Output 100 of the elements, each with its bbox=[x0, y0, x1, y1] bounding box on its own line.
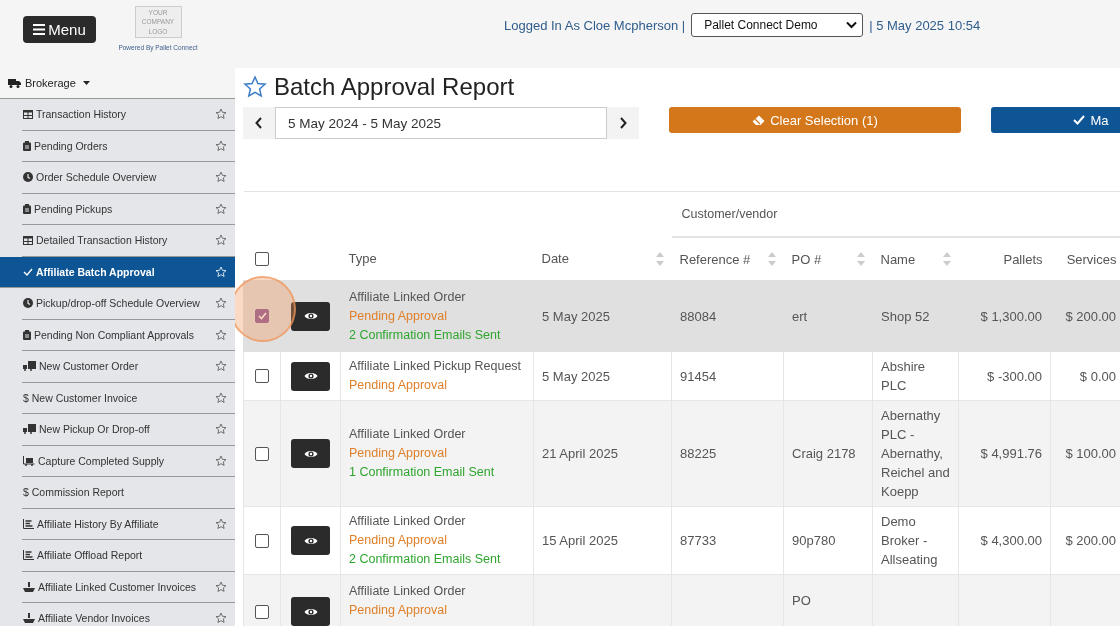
sidebar-item[interactable]: Pending Non Compliant Approvals bbox=[22, 319, 235, 351]
sidebar-item[interactable]: Pending Orders bbox=[22, 130, 235, 162]
table-cell: 88084 bbox=[680, 308, 717, 324]
star-icon[interactable] bbox=[215, 454, 227, 467]
ship-icon bbox=[23, 613, 35, 624]
sidebar-item[interactable]: Affiliate Batch Approval bbox=[0, 256, 235, 288]
star-icon[interactable] bbox=[215, 391, 227, 404]
column-header[interactable]: Services bbox=[1050, 237, 1120, 281]
star-icon[interactable] bbox=[215, 202, 227, 215]
select-all-checkbox[interactable] bbox=[255, 252, 269, 267]
type-line: Affiliate Linked Pickup Request bbox=[349, 358, 523, 375]
star-icon[interactable] bbox=[215, 612, 227, 624]
caret-icon bbox=[82, 81, 90, 85]
type-line: Affiliate Linked Order bbox=[349, 426, 467, 443]
star-icon[interactable] bbox=[215, 423, 227, 435]
sidebar-item-label: New Customer Order bbox=[39, 360, 139, 373]
row-checkbox[interactable] bbox=[255, 533, 269, 548]
star-icon[interactable] bbox=[215, 297, 227, 309]
sidebar-item-label: Pending Non Compliant Approvals bbox=[34, 328, 194, 341]
star-icon[interactable] bbox=[243, 75, 267, 99]
sidebar-item-label: Affiliate Batch Approval bbox=[36, 265, 155, 278]
eye-icon bbox=[303, 606, 318, 617]
menu-icon bbox=[33, 24, 46, 35]
row-checkbox[interactable] bbox=[255, 369, 269, 383]
star-icon[interactable] bbox=[215, 360, 227, 372]
sidebar-item[interactable]: Pickup/drop-off Schedule Overview bbox=[22, 288, 235, 320]
view-button[interactable] bbox=[291, 361, 330, 391]
sidebar-item[interactable]: New Pickup Or Drop-off bbox=[22, 414, 235, 446]
table-cell: $ 200.00 bbox=[1065, 308, 1116, 324]
eye-icon bbox=[303, 535, 318, 546]
column-header[interactable]: Type bbox=[340, 237, 534, 281]
brokerage-menu[interactable]: Brokerage bbox=[0, 68, 235, 99]
table-cell: $ 100.00 bbox=[1065, 446, 1116, 461]
menu-button[interactable]: Menu bbox=[23, 16, 96, 43]
sidebar-item-label: Detailed Transaction History bbox=[36, 234, 168, 247]
star-icon[interactable] bbox=[215, 139, 227, 152]
row-checkbox[interactable] bbox=[255, 605, 269, 619]
chevron-down-icon bbox=[846, 21, 858, 29]
table-cell: Abshire PLC bbox=[881, 359, 926, 393]
clock-icon bbox=[23, 172, 33, 183]
star-icon[interactable] bbox=[215, 108, 227, 120]
eye-icon bbox=[303, 311, 318, 321]
logged-in-text: Logged In As Cloe Mcpherson | bbox=[504, 17, 686, 33]
view-button[interactable] bbox=[291, 526, 330, 555]
table-cell: Demo Broker - Allseating bbox=[881, 514, 938, 567]
table-cell: 87733 bbox=[680, 533, 717, 548]
sidebar-item-label: Transaction History bbox=[36, 108, 127, 121]
sidebar-item-label: Affiliate Vendor Invoices bbox=[38, 612, 150, 625]
table-cell: $ 4,991.76 bbox=[980, 446, 1042, 461]
star-icon[interactable] bbox=[215, 580, 227, 593]
star-icon[interactable] bbox=[215, 328, 227, 341]
date-range-field[interactable]: 5 May 2024 - 5 May 2025 bbox=[275, 107, 607, 139]
sidebar-item-label: Pending Pickups bbox=[34, 202, 113, 215]
sidebar-item[interactable]: Order Schedule Overview bbox=[22, 162, 235, 194]
table-cell: 5 May 2025 bbox=[542, 308, 610, 324]
sidebar-item[interactable]: Capture Completed Supply bbox=[22, 445, 235, 477]
sidebar-item[interactable]: Transaction History bbox=[22, 99, 235, 131]
star-icon[interactable] bbox=[215, 171, 227, 183]
table-cell: 21 April 2025 bbox=[542, 446, 618, 461]
view-button[interactable] bbox=[291, 439, 330, 468]
type-line: Affiliate Linked Order bbox=[349, 288, 467, 306]
bar-chart-icon bbox=[23, 518, 34, 529]
star-icon[interactable] bbox=[215, 234, 227, 246]
row-checkbox[interactable] bbox=[255, 309, 269, 323]
company-select[interactable]: Pallet Connect Demo bbox=[691, 13, 864, 37]
approve-button[interactable]: Ma bbox=[991, 107, 1120, 133]
column-header[interactable]: Name bbox=[872, 237, 959, 281]
star-icon[interactable] bbox=[215, 517, 227, 530]
view-button[interactable] bbox=[291, 597, 330, 626]
table-cell: 90p780 bbox=[792, 533, 836, 548]
sidebar-item-label: Capture Completed Supply bbox=[38, 454, 165, 467]
sidebar-item[interactable]: Detailed Transaction History bbox=[22, 225, 235, 257]
truck-icon bbox=[23, 361, 36, 372]
check-icon bbox=[23, 267, 33, 276]
column-header[interactable]: Date bbox=[533, 237, 672, 281]
check-icon bbox=[1073, 115, 1086, 125]
next-button[interactable] bbox=[607, 107, 639, 139]
sidebar-item[interactable]: Pending Pickups bbox=[22, 193, 235, 225]
type-line: 2 Confirmation Emails Sent bbox=[349, 326, 502, 344]
table-cell: $ -300.00 bbox=[987, 368, 1042, 384]
view-button[interactable] bbox=[291, 301, 330, 331]
chevron-right-icon bbox=[619, 117, 627, 129]
row-checkbox[interactable] bbox=[255, 446, 269, 461]
date-time-text: | 5 May 2025 10:54 bbox=[869, 17, 981, 33]
type-line: Affiliate Linked Order bbox=[349, 583, 467, 600]
eraser-icon bbox=[752, 114, 766, 126]
clock-icon bbox=[23, 298, 33, 309]
sidebar-item[interactable]: Affiliate Linked Customer Invoices bbox=[22, 571, 235, 603]
sidebar-item-label: $ Commission Report bbox=[23, 486, 124, 499]
table-cell: PO bbox=[792, 593, 811, 608]
column-header[interactable]: PO # bbox=[783, 237, 873, 281]
type-line: Pending Approval bbox=[349, 377, 448, 394]
sidebar-item-label: Affiliate Linked Customer Invoices bbox=[38, 580, 196, 593]
table-cell: $ 0.00 bbox=[1079, 368, 1116, 384]
previous-button[interactable] bbox=[243, 107, 275, 139]
sidebar-item[interactable]: New Customer Order bbox=[22, 351, 235, 383]
column-header[interactable]: Pallets bbox=[958, 237, 1051, 281]
sidebar-item-label: Pending Orders bbox=[34, 139, 108, 152]
column-header[interactable]: Reference # bbox=[671, 237, 784, 281]
sidebar-item[interactable]: Affiliate History By Affiliate bbox=[22, 508, 235, 540]
